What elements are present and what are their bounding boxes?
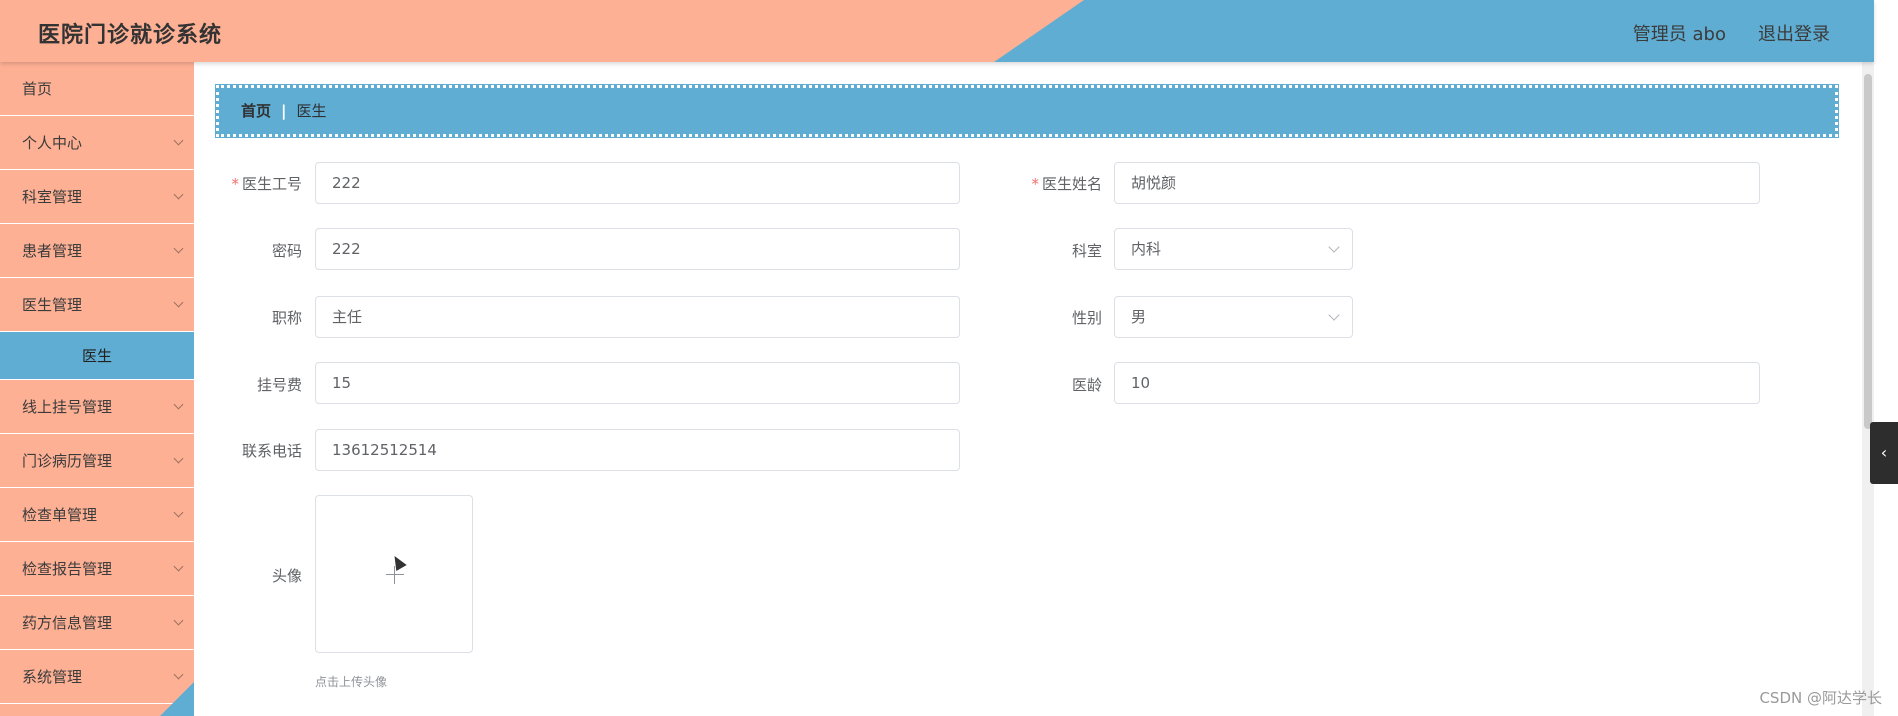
breadcrumb-current: 医生 — [296, 102, 327, 120]
sidebar-item-doctor-management[interactable]: 医生管理 — [0, 278, 194, 332]
breadcrumb: 首页 | 医生 — [215, 84, 1839, 138]
chevron-down-icon — [175, 170, 182, 224]
registration-fee-label: 挂号费 — [256, 376, 302, 394]
sidebar-item-label: 检查报告管理 — [22, 560, 113, 578]
sidebar-item-exam-orders[interactable]: 检查单管理 — [0, 488, 194, 542]
chevron-down-icon — [1328, 241, 1340, 253]
sidebar-item-home[interactable]: 首页 — [0, 62, 194, 116]
doctor-id-label-text: 医生工号 — [241, 175, 302, 193]
top-header: 医院门诊就诊系统 管理员 abo 退出登录 — [0, 0, 1874, 62]
phone-label: 联系电话 — [241, 442, 302, 460]
app-title: 医院门诊就诊系统 — [38, 23, 223, 48]
sidebar-item-label: 药方信息管理 — [22, 614, 113, 632]
sidebar-item-patient[interactable]: 患者管理 — [0, 224, 194, 278]
department-label: 科室 — [1071, 242, 1102, 260]
chevron-down-icon — [175, 542, 182, 596]
department-select-value: 内科 — [1131, 240, 1162, 258]
chevron-down-icon — [175, 434, 182, 488]
watermark: CSDN @阿达学长 — [1759, 689, 1882, 707]
sidebar-item-label: 医生管理 — [22, 296, 83, 314]
avatar-upload[interactable] — [315, 495, 473, 653]
sidebar-subitem-doctor[interactable]: 医生 — [0, 332, 194, 380]
chevron-down-icon — [175, 380, 182, 434]
medical-years-label: 医龄 — [1071, 376, 1102, 394]
avatar-upload-tip: 点击上传头像 — [315, 675, 388, 689]
required-mark: * — [231, 175, 239, 193]
sidebar-item-outpatient-records[interactable]: 门诊病历管理 — [0, 434, 194, 488]
doctor-name-label-text: 医生姓名 — [1041, 175, 1102, 193]
doctor-name-input[interactable]: 胡悦颜 — [1114, 162, 1760, 204]
sidebar-item-label: 个人中心 — [22, 134, 83, 152]
current-user: 管理员 abo — [1632, 24, 1726, 45]
sidebar-item-label: 患者管理 — [22, 242, 83, 260]
chevron-down-icon — [175, 224, 182, 278]
sidebar-item-label: 科室管理 — [22, 188, 83, 206]
sidebar-item-label: 系统管理 — [22, 668, 83, 686]
avatar-label: 头像 — [271, 567, 302, 585]
breadcrumb-home[interactable]: 首页 — [241, 102, 271, 120]
logout-link[interactable]: 退出登录 — [1758, 20, 1830, 46]
gender-select[interactable]: 男 — [1114, 296, 1353, 338]
gender-label: 性别 — [1071, 309, 1102, 327]
chevron-up-icon — [175, 278, 182, 332]
phone-input[interactable]: 13612512514 — [315, 429, 960, 471]
doctor-id-label: * 医生工号 — [182, 173, 302, 194]
registration-fee-input[interactable]: 15 — [315, 362, 960, 404]
job-title-label: 职称 — [271, 309, 302, 327]
sidebar-item-label: 检查单管理 — [22, 506, 98, 524]
password-input[interactable]: 222 — [315, 228, 960, 270]
breadcrumb-separator: | — [281, 102, 287, 120]
doctor-name-label: * 医生姓名 — [982, 173, 1102, 194]
scrollbar-thumb[interactable] — [1864, 74, 1872, 429]
header-accent — [994, 0, 1874, 62]
password-label: 密码 — [271, 242, 302, 260]
sidebar-item-label: 线上挂号管理 — [22, 398, 113, 416]
chevron-down-icon — [175, 488, 182, 542]
gender-select-value: 男 — [1131, 308, 1147, 326]
sidebar-item-label: 首页 — [22, 80, 53, 98]
chevron-down-icon — [175, 596, 182, 650]
sidebar: 首页 个人中心 科室管理 患者管理 医生管理 医生 线上挂号管理 门诊病历管理 … — [0, 62, 194, 716]
job-title-input[interactable]: 主任 — [315, 296, 960, 338]
sidebar-item-label: 医生 — [81, 347, 112, 365]
department-select[interactable]: 内科 — [1114, 228, 1353, 270]
chevron-down-icon — [175, 116, 182, 170]
doctor-id-input[interactable]: 222 — [315, 162, 960, 204]
sidebar-item-exam-reports[interactable]: 检查报告管理 — [0, 542, 194, 596]
sidebar-item-label: 门诊病历管理 — [22, 452, 113, 470]
required-mark: * — [1031, 175, 1039, 193]
chevron-left-icon[interactable]: ‹ — [1870, 422, 1898, 484]
medical-years-input[interactable]: 10 — [1114, 362, 1760, 404]
sidebar-item-system[interactable]: 系统管理 — [0, 650, 194, 704]
sidebar-item-department[interactable]: 科室管理 — [0, 170, 194, 224]
sidebar-item-prescriptions[interactable]: 药方信息管理 — [0, 596, 194, 650]
chevron-down-icon — [1328, 309, 1340, 321]
sidebar-item-online-registration[interactable]: 线上挂号管理 — [0, 380, 194, 434]
sidebar-item-personal-center[interactable]: 个人中心 — [0, 116, 194, 170]
